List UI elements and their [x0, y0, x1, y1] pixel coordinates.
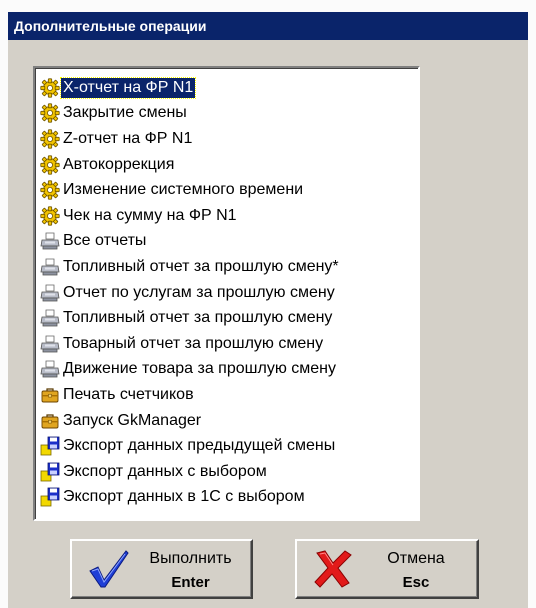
operation-item-label: Печать счетчиков — [63, 385, 194, 403]
operation-item-label: Экспорт данных в 1С с выбором — [63, 488, 305, 506]
execute-button[interactable]: Выполнить Enter — [70, 539, 253, 599]
operation-item-label: Отчет по услугам за прошлую смену — [63, 283, 335, 301]
gear-icon — [38, 179, 61, 201]
operation-item[interactable]: Экспорт данных с выбором — [38, 459, 418, 485]
cancel-hotkey-label: Esc — [402, 574, 430, 591]
operation-item-label: Экспорт данных предыдущей смены — [63, 437, 336, 455]
operation-item[interactable]: Автокоррекция — [38, 152, 418, 178]
operation-item-label: Чек на сумму на ФР N1 — [63, 206, 237, 224]
printer-icon — [38, 333, 61, 355]
red-cross-icon — [314, 550, 352, 588]
checkmark-icon — [89, 550, 129, 588]
floppy-export-icon — [38, 461, 61, 483]
operation-item-label: Экспорт данных с выбором — [63, 462, 267, 480]
gear-icon — [38, 128, 61, 150]
operation-item[interactable]: Экспорт данных предыдущей смены — [38, 433, 418, 459]
operation-item[interactable]: Экспорт данных в 1С с выбором — [38, 485, 418, 511]
operation-item[interactable]: Z-отчет на ФР N1 — [38, 126, 418, 152]
execute-button-label: Выполнить — [149, 550, 232, 567]
printer-icon — [38, 256, 61, 278]
gear-icon — [38, 154, 61, 176]
cancel-button-label: Отмена — [387, 550, 445, 567]
gear-icon — [38, 102, 61, 124]
operation-item-label: Автокоррекция — [63, 155, 175, 173]
printer-icon — [38, 230, 61, 252]
operation-item[interactable]: Движение товара за прошлую смену — [38, 357, 418, 383]
operation-item[interactable]: Топливный отчет за прошлую смену* — [38, 254, 418, 280]
operation-item[interactable]: Изменение системного времени — [38, 177, 418, 203]
printer-icon — [38, 307, 61, 329]
operation-item-label: Все отчеты — [63, 232, 147, 250]
floppy-export-icon — [38, 435, 61, 457]
operation-item[interactable]: Топливный отчет за прошлую смену — [38, 305, 418, 331]
operation-item-label: Изменение системного времени — [63, 181, 304, 199]
screen-background: Дополнительные операции X-отчет на ФР N1… — [0, 0, 536, 608]
window-title: Дополнительные операции — [8, 12, 528, 40]
operation-item-label: Движение товара за прошлую смену — [63, 360, 336, 378]
operation-item[interactable]: Запуск GkManager — [38, 408, 418, 434]
operation-item-label: Запуск GkManager — [63, 411, 202, 429]
operation-item-label: Топливный отчет за прошлую смену* — [63, 257, 339, 275]
operation-item[interactable]: Все отчеты — [38, 229, 418, 255]
briefcase-icon — [38, 384, 61, 406]
cancel-button[interactable]: Отмена Esc — [295, 539, 479, 599]
operation-item[interactable]: X-отчет на ФР N1 — [38, 75, 418, 101]
operations-dialog: Дополнительные операции X-отчет на ФР N1… — [8, 12, 528, 608]
floppy-export-icon — [38, 486, 61, 508]
operation-item-label: Топливный отчет за прошлую смену — [63, 309, 333, 327]
printer-icon — [38, 282, 61, 304]
operation-item-label: Закрытие смены — [63, 104, 187, 122]
operation-item[interactable]: Отчет по услугам за прошлую смену — [38, 280, 418, 306]
operation-item-label: X-отчет на ФР N1 — [59, 76, 197, 99]
operation-item[interactable]: Печать счетчиков — [38, 382, 418, 408]
operation-item-label: Товарный отчет за прошлую смену — [63, 334, 324, 352]
operation-item[interactable]: Чек на сумму на ФР N1 — [38, 203, 418, 229]
execute-hotkey-label: Enter — [171, 574, 210, 591]
operation-item-label: Z-отчет на ФР N1 — [63, 129, 193, 147]
gear-icon — [38, 205, 61, 227]
operations-listbox[interactable]: X-отчет на ФР N1 Закрытие смены Z-отчет на… — [33, 66, 420, 521]
printer-icon — [38, 358, 61, 380]
operation-item[interactable]: Товарный отчет за прошлую смену — [38, 331, 418, 357]
operation-item[interactable]: Закрытие смены — [38, 101, 418, 127]
briefcase-icon — [38, 410, 61, 432]
gear-icon — [38, 77, 61, 99]
